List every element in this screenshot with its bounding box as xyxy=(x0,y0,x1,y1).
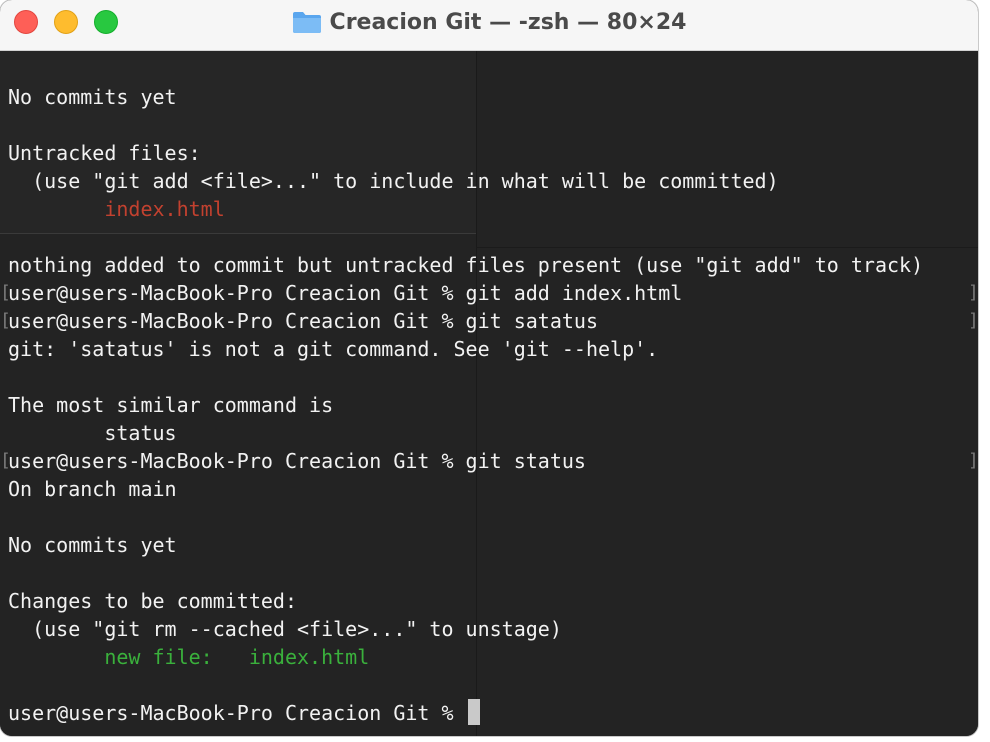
terminal-line-text: No commits yet xyxy=(8,533,177,557)
terminal-line-text: On branch main xyxy=(8,477,177,501)
terminal-line-text: index.html xyxy=(104,197,225,221)
terminal-prompt-line: user@users-MacBook-Pro Creacion Git % gi… xyxy=(0,447,978,475)
current-prompt-line[interactable]: user@users-MacBook-Pro Creacion Git % xyxy=(8,699,923,727)
terminal-line: Untracked files: xyxy=(8,139,923,167)
terminal-line: The most similar command is xyxy=(8,391,923,419)
terminal-line-text: git: 'satatus' is not a git command. See… xyxy=(8,337,659,361)
terminal-line: nothing added to commit but untracked fi… xyxy=(8,251,923,279)
terminal-window: Creacion Git — -zsh — 80×24 No commits y… xyxy=(0,0,978,736)
terminal-line: (use "git rm --cached <file>..." to unst… xyxy=(8,615,923,643)
text-cursor[interactable] xyxy=(467,699,480,725)
terminal-line: Changes to be committed: xyxy=(8,587,923,615)
terminal-content[interactable]: No commits yet Untracked files: (use "git… xyxy=(0,51,978,736)
title-bar[interactable]: Creacion Git — -zsh — 80×24 xyxy=(0,0,978,51)
terminal-line: git: 'satatus' is not a git command. See… xyxy=(8,335,923,363)
terminal-line-text: user@users-MacBook-Pro Creacion Git % gi… xyxy=(8,309,599,333)
terminal-line-text: new file: index.html xyxy=(104,645,370,669)
window-title: Creacion Git — -zsh — 80×24 xyxy=(329,9,687,35)
terminal-line-text: user@users-MacBook-Pro Creacion Git % gi… xyxy=(8,449,586,473)
prompt-marker: ] xyxy=(968,450,978,471)
terminal-prompt-line: user@users-MacBook-Pro Creacion Git % gi… xyxy=(0,279,978,307)
terminal-output[interactable]: No commits yet Untracked files: (use "git… xyxy=(0,83,978,727)
prompt-marker: ] xyxy=(968,282,978,303)
terminal-line: No commits yet xyxy=(8,531,923,559)
folder-icon xyxy=(292,12,321,33)
terminal-line: new file: index.html xyxy=(8,643,923,671)
prompt-marker: ] xyxy=(968,310,978,331)
terminal-line: (use "git add <file>..." to include in w… xyxy=(8,167,923,195)
terminal-line: No commits yet xyxy=(8,83,923,111)
terminal-line-text: Changes to be committed: xyxy=(8,589,297,613)
terminal-line-text: status xyxy=(8,421,177,445)
terminal-line-text: The most similar command is xyxy=(8,393,334,417)
terminal-line: On branch main xyxy=(8,475,923,503)
terminal-line-text: Untracked files: xyxy=(8,141,201,165)
window-title-group: Creacion Git — -zsh — 80×24 xyxy=(0,0,978,44)
terminal-line-text: nothing added to commit but untracked fi… xyxy=(8,253,924,277)
terminal-line-text: user@users-MacBook-Pro Creacion Git % gi… xyxy=(8,281,683,305)
terminal-line: index.html xyxy=(8,195,923,223)
terminal-line: status xyxy=(8,419,923,447)
terminal-line-text: (use "git add <file>..." to include in w… xyxy=(8,169,779,193)
terminal-prompt-line: user@users-MacBook-Pro Creacion Git % gi… xyxy=(0,307,978,335)
terminal-line-text: (use "git rm --cached <file>..." to unst… xyxy=(8,617,562,641)
terminal-line-text: No commits yet xyxy=(8,85,177,109)
current-prompt: user@users-MacBook-Pro Creacion Git % xyxy=(8,701,466,725)
